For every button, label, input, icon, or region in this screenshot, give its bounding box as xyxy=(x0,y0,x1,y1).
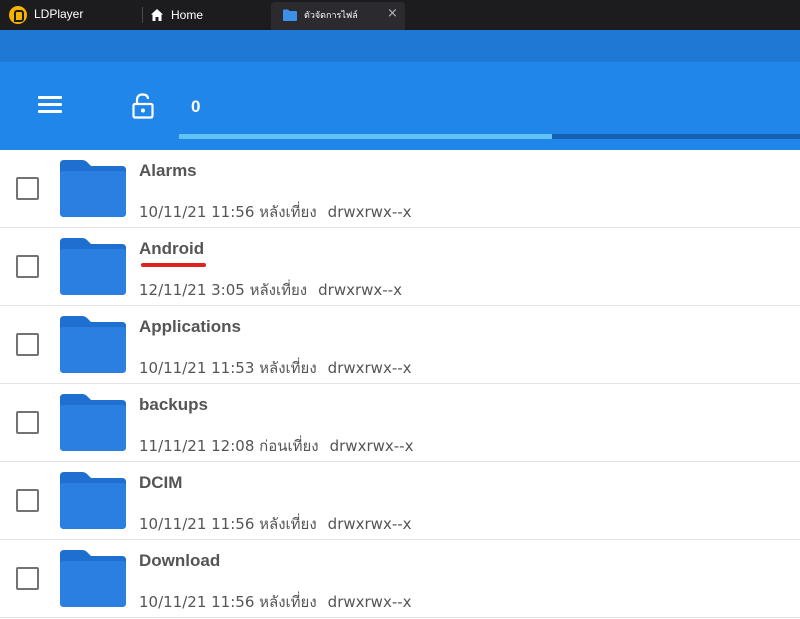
row-checkbox[interactable] xyxy=(16,177,39,200)
tab-home-label: Home xyxy=(171,8,204,22)
file-date: 10/11/21 11:53 หลังเที่ยง xyxy=(139,359,317,377)
storage-progress-bar xyxy=(179,134,800,139)
close-tab-icon[interactable]: × xyxy=(387,7,398,21)
selection-count: 0 xyxy=(191,97,201,116)
tab-home[interactable]: Home xyxy=(150,0,262,30)
folder-icon xyxy=(60,394,126,451)
file-name: Applications xyxy=(139,317,242,336)
row-checkbox[interactable] xyxy=(16,489,39,512)
file-meta: 10/11/21 11:56 หลังเที่ยง drwxrwx--x xyxy=(139,512,412,536)
folder-icon xyxy=(283,9,297,21)
file-meta: 10/11/21 11:53 หลังเที่ยง drwxrwx--x xyxy=(139,356,412,380)
file-meta: 10/11/21 11:56 หลังเที่ยง drwxrwx--x xyxy=(139,200,412,224)
ldplayer-logo-icon xyxy=(9,6,27,24)
folder-icon xyxy=(60,160,126,217)
highlight-underline xyxy=(141,263,206,267)
file-permissions: drwxrwx--x xyxy=(327,515,412,533)
file-name: backups xyxy=(139,395,208,414)
file-meta: 10/11/21 11:56 หลังเที่ยง drwxrwx--x xyxy=(139,590,412,614)
file-name: Download xyxy=(139,551,221,570)
home-icon xyxy=(151,9,163,21)
file-date: 12/11/21 3:05 หลังเที่ยง xyxy=(139,281,308,299)
file-permissions: drwxrwx--x xyxy=(318,281,402,299)
file-name: DCIM xyxy=(139,473,183,492)
file-date: 10/11/21 11:56 หลังเที่ยง xyxy=(139,593,317,611)
file-date: 10/11/21 11:56 หลังเที่ยง xyxy=(139,515,317,533)
folder-icon xyxy=(60,238,126,295)
file-date: 10/11/21 11:56 หลังเที่ยง xyxy=(139,203,317,221)
tab-file-manager-label: ตัวจัดการไฟล์ xyxy=(304,11,358,21)
emulator-tab-bar: LDPlayer Home ตัวจัดการไฟล์ × xyxy=(0,0,800,30)
file-list: Alarms 10/11/21 11:56 หลังเที่ยง drwxrwx-… xyxy=(0,150,800,618)
file-name: Alarms xyxy=(139,161,197,180)
folder-icon xyxy=(60,472,126,529)
file-row-android[interactable]: Android 12/11/21 3:05 หลังเที่ยง drwxrwx-… xyxy=(0,228,800,306)
file-row-alarms[interactable]: Alarms 10/11/21 11:56 หลังเที่ยง drwxrwx-… xyxy=(0,150,800,228)
row-checkbox[interactable] xyxy=(16,411,39,434)
file-name: Android xyxy=(139,239,205,258)
row-checkbox[interactable] xyxy=(16,333,39,356)
status-bar xyxy=(0,30,800,62)
file-permissions: drwxrwx--x xyxy=(329,437,414,455)
file-row-applications[interactable]: Applications 10/11/21 11:53 หลังเที่ยง dr… xyxy=(0,306,800,384)
file-meta: 11/11/21 12:08 ก่อนเที่ยง drwxrwx--x xyxy=(139,434,413,458)
file-row-dcim[interactable]: DCIM 10/11/21 11:56 หลังเที่ยง drwxrwx--x xyxy=(0,462,800,540)
folder-icon xyxy=(60,316,126,373)
file-permissions: drwxrwx--x xyxy=(327,203,412,221)
file-meta: 12/11/21 3:05 หลังเที่ยง drwxrwx--x xyxy=(139,278,402,302)
folder-icon xyxy=(60,550,126,607)
file-row-download[interactable]: Download 10/11/21 11:56 หลังเที่ยง drwxrw… xyxy=(0,540,800,618)
file-permissions: drwxrwx--x xyxy=(327,359,412,377)
file-date: 11/11/21 12:08 ก่อนเที่ยง xyxy=(139,437,319,455)
tab-file-manager[interactable]: ตัวจัดการไฟล์ × xyxy=(271,2,405,30)
app-name: LDPlayer xyxy=(34,7,84,21)
file-row-backups[interactable]: backups 11/11/21 12:08 ก่อนเที่ยง drwxrwx… xyxy=(0,384,800,462)
file-permissions: drwxrwx--x xyxy=(327,593,412,611)
row-checkbox[interactable] xyxy=(16,567,39,590)
storage-progress-fill xyxy=(179,134,552,139)
unlock-icon[interactable] xyxy=(131,93,155,119)
hamburger-menu-icon[interactable] xyxy=(38,96,62,114)
tab-divider xyxy=(142,7,143,23)
row-checkbox[interactable] xyxy=(16,255,39,278)
